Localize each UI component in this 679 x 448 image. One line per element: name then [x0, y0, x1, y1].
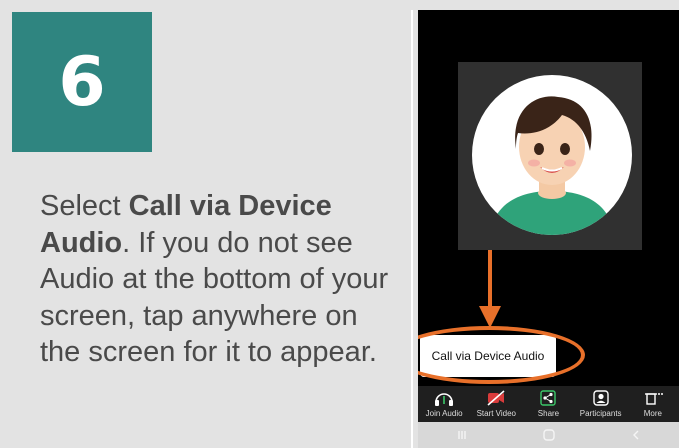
share-button[interactable]: Share [522, 386, 574, 418]
start-video-button[interactable]: Start Video [470, 386, 522, 418]
arrow-down-icon [479, 250, 501, 328]
share-label: Share [537, 409, 560, 418]
video-off-icon [487, 390, 505, 406]
video-tile [458, 62, 642, 250]
android-nav-bar [418, 422, 679, 448]
more-icon [644, 393, 663, 405]
headphones-icon [435, 393, 454, 406]
share-icon [540, 390, 557, 406]
meeting-toolbar: Join Audio Start Video Share Participant… [418, 386, 679, 422]
join-audio-label: Join Audio [425, 409, 463, 418]
participants-button[interactable]: Participants [575, 386, 627, 418]
join-audio-button[interactable]: Join Audio [418, 386, 470, 418]
instruction-text: Select Call via Device Audio. If you do … [40, 188, 400, 371]
step-number-box: 6 [12, 12, 152, 152]
step-number: 6 [58, 42, 106, 122]
user-avatar-illustration [472, 75, 632, 235]
highlight-ring [418, 326, 585, 384]
more-button[interactable]: More [627, 386, 679, 418]
more-label: More [643, 409, 662, 418]
back-icon[interactable] [628, 428, 644, 442]
home-icon[interactable] [541, 428, 557, 442]
recents-icon[interactable] [454, 428, 470, 442]
start-video-label: Start Video [476, 409, 516, 418]
phone-screenshot: Call via Device Audio Join Audio Start V… [418, 10, 679, 448]
divider [411, 10, 413, 448]
participants-icon [592, 390, 609, 406]
instruction-text-part1: Select [40, 190, 129, 222]
participants-label: Participants [579, 409, 622, 418]
